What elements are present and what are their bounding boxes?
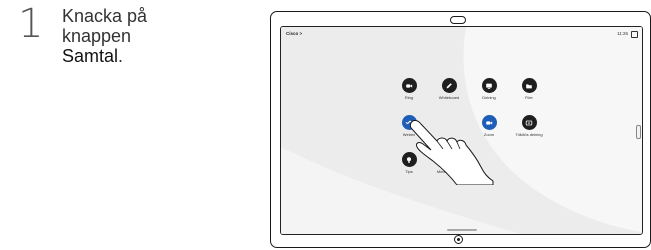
- app-tile-files[interactable]: Filer: [506, 78, 552, 100]
- call-icon: [401, 78, 417, 93]
- instruction-line-2: knappen: [62, 26, 132, 46]
- home-indicator: [447, 229, 477, 231]
- app-tile-messages[interactable]: Meddelanden: [426, 152, 472, 174]
- webex-icon: [401, 115, 417, 130]
- wireless-share-icon: [521, 115, 537, 130]
- folder-icon: [521, 78, 537, 93]
- message-icon: [441, 152, 457, 167]
- call-button-name: Samtal: [62, 46, 119, 66]
- wallpaper: [281, 27, 642, 234]
- device-screen: Cisco > 11:26 Ring Whiteboard Delning Fi…: [280, 26, 643, 235]
- app-label: Filer: [525, 95, 533, 100]
- breadcrumb[interactable]: Cisco >: [286, 31, 302, 36]
- side-panel-handle[interactable]: [636, 125, 641, 139]
- pencil-icon: [441, 78, 457, 93]
- app-label: Webex: [402, 132, 416, 137]
- instruction-text: Knacka på knappen Samtal.: [62, 6, 232, 66]
- app-tile-webex[interactable]: Webex: [386, 115, 432, 137]
- instruction-period: .: [118, 46, 124, 66]
- settings-icon[interactable]: [631, 31, 638, 38]
- app-tile-wireless-share[interactable]: Trådlös delning: [506, 115, 552, 137]
- app-label: Meddelanden: [436, 169, 462, 174]
- clock: 11:26: [617, 31, 628, 36]
- touch-device: Cisco > 11:26 Ring Whiteboard Delning Fi…: [270, 11, 651, 248]
- app-label: Trådlös delning: [515, 132, 543, 137]
- lightbulb-icon: [401, 152, 417, 167]
- zoom-icon: [481, 115, 497, 130]
- camera-icon: [450, 16, 466, 24]
- instruction-line-3: Samtal.: [62, 46, 232, 66]
- instruction-line-1: Knacka på: [62, 6, 148, 26]
- share-screen-icon: [481, 78, 497, 93]
- step-number: 1: [18, 1, 44, 47]
- home-button[interactable]: [454, 235, 463, 244]
